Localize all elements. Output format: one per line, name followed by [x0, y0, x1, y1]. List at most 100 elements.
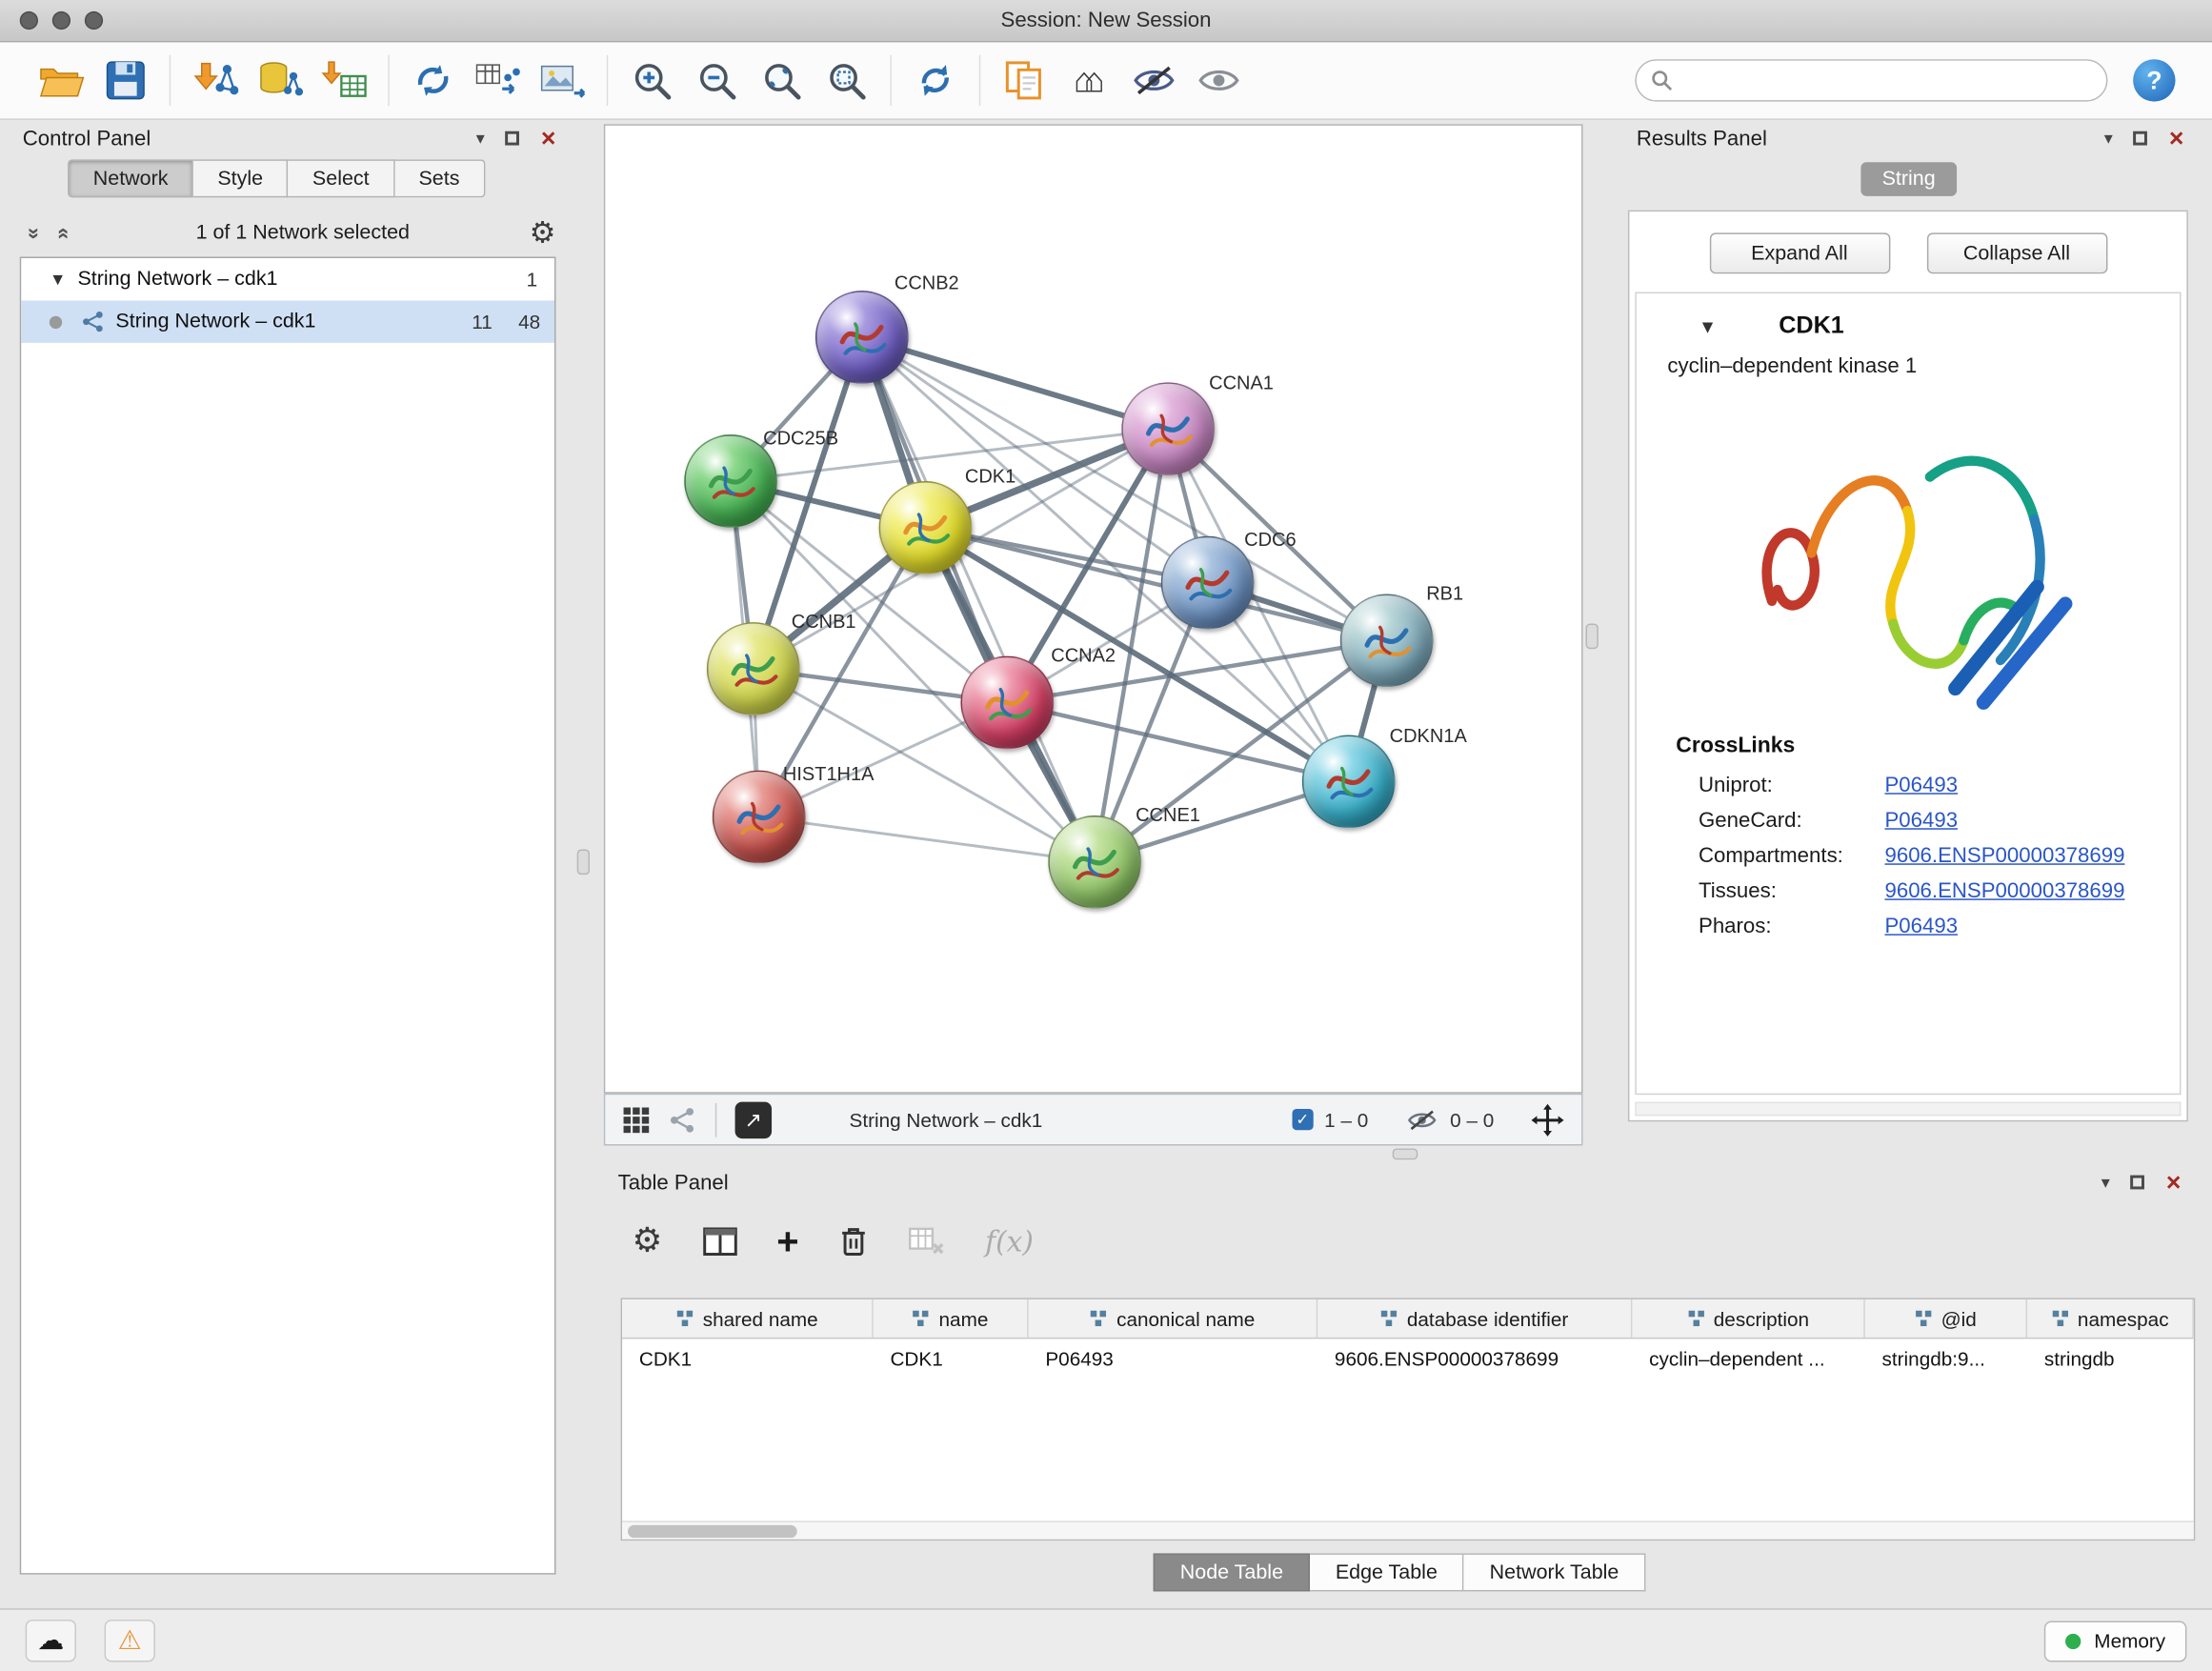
toolbar-search[interactable]	[1635, 59, 2107, 101]
column-header[interactable]: shared name	[622, 1299, 874, 1338]
open-session-button[interactable]	[29, 48, 93, 112]
panel-close-icon[interactable]: ×	[2166, 1170, 2182, 1196]
collapse-all-button[interactable]: Collapse All	[1926, 232, 2107, 273]
crosslink-link[interactable]: P06493	[1884, 774, 1958, 797]
zoom-fit-button[interactable]	[749, 48, 814, 112]
right-splitter-handle[interactable]	[1586, 624, 1599, 650]
network-node-RB1[interactable]	[1340, 594, 1434, 687]
column-header[interactable]: description	[1632, 1299, 1864, 1338]
panel-maximize-icon[interactable]	[2131, 1176, 2145, 1190]
tab-sets[interactable]: Sets	[394, 159, 485, 197]
table-row[interactable]: CDK1 CDK1 P06493 9606.ENSP00000378699 cy…	[622, 1339, 2194, 1377]
table-cell[interactable]: stringdb	[2027, 1339, 2194, 1377]
table-cell[interactable]: 9606.ENSP00000378699	[1317, 1339, 1632, 1377]
tab-network-table[interactable]: Network Table	[1464, 1553, 1645, 1591]
network-node-CCNA1[interactable]	[1121, 382, 1215, 475]
network-node-CCNA2[interactable]	[960, 656, 1054, 750]
string-results-tab[interactable]: String	[1860, 162, 1957, 196]
modify-network-button[interactable]	[401, 48, 466, 112]
network-edge[interactable]	[862, 337, 1168, 429]
results-horizontal-scrollbar[interactable]	[1635, 1102, 2181, 1117]
pan-crosshair-icon[interactable]	[1531, 1102, 1565, 1137]
zoom-in-button[interactable]	[619, 48, 684, 112]
panel-float-icon[interactable]: ▾	[2104, 130, 2113, 147]
import-table-button[interactable]	[312, 48, 376, 112]
column-header[interactable]: @id	[1865, 1299, 2027, 1338]
add-column-icon[interactable]: +	[776, 1222, 798, 1260]
cloud-button[interactable]: ☁	[26, 1620, 76, 1661]
table-cell[interactable]: cyclin–dependent ...	[1632, 1339, 1864, 1377]
network-node-CCNB2[interactable]	[815, 291, 909, 384]
crosslink-link[interactable]: 9606.ENSP00000378699	[1884, 879, 2124, 903]
network-node-CDKN1A[interactable]	[1302, 735, 1396, 829]
delete-column-icon[interactable]	[838, 1224, 870, 1258]
table-cell[interactable]: stringdb:9...	[1865, 1339, 2027, 1377]
network-share-view-icon[interactable]	[669, 1105, 697, 1134]
table-horizontal-scrollbar[interactable]	[622, 1520, 2194, 1539]
gene-collapse-icon[interactable]: ▼	[1699, 315, 1717, 336]
memory-button[interactable]: Memory	[2044, 1621, 2186, 1661]
tab-select[interactable]: Select	[289, 159, 395, 197]
crosslink-link[interactable]: 9606.ENSP00000378699	[1884, 844, 2124, 868]
zoom-out-icon	[695, 59, 737, 101]
network-edge[interactable]	[862, 337, 1095, 862]
left-splitter-handle[interactable]	[577, 850, 590, 876]
table-options-gear-icon[interactable]: ⚙	[632, 1224, 662, 1258]
grid-view-icon[interactable]	[622, 1105, 651, 1134]
hidden-eye-icon[interactable]	[1405, 1107, 1439, 1133]
table-cell[interactable]: CDK1	[622, 1339, 874, 1377]
refresh-button[interactable]	[903, 48, 968, 112]
network-row[interactable]: String Network – cdk1 11 48	[21, 300, 554, 342]
collapse-all-networks-icon[interactable]: »	[22, 219, 46, 248]
selected-nodes-checkbox-icon[interactable]: ✓	[1292, 1109, 1313, 1130]
tab-style[interactable]: Style	[193, 159, 289, 197]
table-cell[interactable]: P06493	[1029, 1339, 1318, 1377]
collection-expand-icon[interactable]: ▼	[47, 270, 70, 290]
import-network-database-button[interactable]	[247, 48, 312, 112]
crosslink-link[interactable]: P06493	[1884, 915, 1958, 938]
help-button[interactable]: ?	[2133, 59, 2175, 101]
show-all-button[interactable]	[1186, 48, 1251, 112]
warnings-button[interactable]: ⚠	[105, 1620, 155, 1661]
network-collection-row[interactable]: ▼ String Network – cdk1 1	[21, 258, 554, 300]
search-input[interactable]	[1683, 68, 2092, 93]
network-canvas[interactable]: CCNB2CCNA1CDC25BCDK1CDC6RB1CCNB1CCNA2CDK…	[604, 124, 1583, 1093]
tab-network[interactable]: Network	[68, 159, 193, 197]
tab-edge-table[interactable]: Edge Table	[1310, 1553, 1464, 1591]
zoom-out-button[interactable]	[684, 48, 749, 112]
scrollbar-thumb[interactable]	[628, 1525, 797, 1538]
bottom-splitter-handle[interactable]	[1393, 1148, 1418, 1159]
hide-selected-button[interactable]	[1121, 48, 1186, 112]
home-views-button[interactable]: ⌂⌂	[1056, 48, 1121, 112]
panel-float-icon[interactable]: ▾	[476, 130, 485, 147]
copy-document-button[interactable]	[992, 48, 1056, 112]
column-header[interactable]: database identifier	[1317, 1299, 1632, 1338]
birdseye-view-button[interactable]: ↗	[735, 1101, 773, 1138]
panel-close-icon[interactable]: ×	[541, 126, 556, 151]
show-columns-icon[interactable]	[702, 1227, 737, 1256]
column-header[interactable]: canonical name	[1029, 1299, 1318, 1338]
crosslink-link[interactable]: P06493	[1884, 809, 1958, 833]
network-edge[interactable]	[1007, 702, 1348, 781]
expand-all-button[interactable]: Expand All	[1709, 232, 1890, 273]
network-node-CCNB1[interactable]	[707, 622, 800, 715]
panel-maximize-icon[interactable]	[506, 131, 520, 146]
panel-float-icon[interactable]: ▾	[2101, 1174, 2110, 1191]
network-node-CDC6[interactable]	[1161, 536, 1255, 630]
tab-node-table[interactable]: Node Table	[1154, 1553, 1311, 1591]
column-header[interactable]: namespac	[2027, 1299, 2194, 1338]
table-cell[interactable]: CDK1	[874, 1339, 1029, 1377]
panel-close-icon[interactable]: ×	[2169, 126, 2184, 151]
network-node-CCNE1[interactable]	[1048, 815, 1141, 909]
save-session-button[interactable]	[93, 48, 158, 112]
network-options-gear-icon[interactable]: ⚙	[530, 218, 556, 248]
network-edge[interactable]	[759, 816, 1095, 861]
export-image-button[interactable]	[531, 48, 595, 112]
network-from-table-button[interactable]	[466, 48, 531, 112]
zoom-selected-button[interactable]	[814, 48, 878, 112]
panel-maximize-icon[interactable]	[2134, 131, 2148, 146]
import-network-file-button[interactable]	[182, 48, 247, 112]
column-header[interactable]: name	[874, 1299, 1029, 1338]
expand-all-networks-icon[interactable]: »	[50, 219, 74, 248]
network-node-CDK1[interactable]	[879, 481, 973, 574]
